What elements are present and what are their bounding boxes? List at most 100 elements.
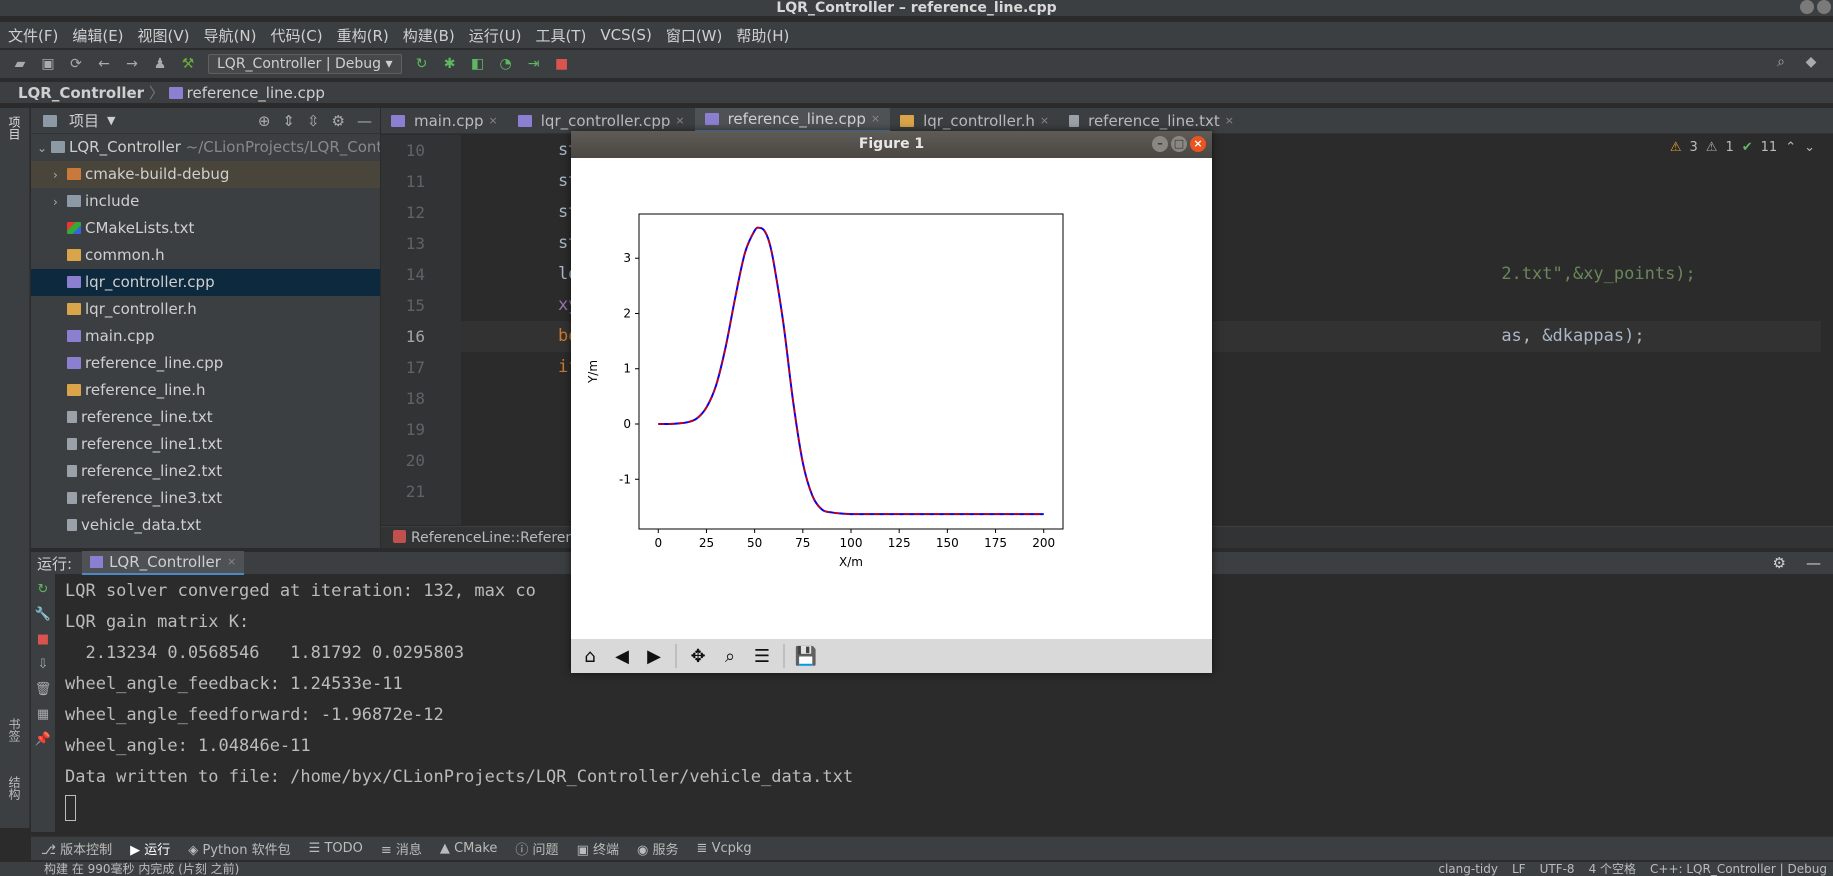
- home-icon[interactable]: ⌂: [577, 643, 603, 669]
- status-widget[interactable]: UTF-8: [1540, 862, 1575, 876]
- collapse-all-icon[interactable]: ⇳: [307, 112, 320, 130]
- editor-tab[interactable]: lqr_controller.h ×: [890, 108, 1059, 133]
- sync-icon[interactable]: ⟳: [68, 56, 84, 72]
- tree-item[interactable]: › cmake-build-debug: [31, 161, 380, 188]
- tree-item[interactable]: lqr_controller.cpp: [31, 269, 380, 296]
- tree-item[interactable]: CMakeLists.txt: [31, 215, 380, 242]
- save-icon[interactable]: ▣: [40, 56, 56, 72]
- hide-icon[interactable]: —: [1806, 554, 1821, 572]
- console-input-cursor[interactable]: [65, 795, 76, 821]
- tree-root[interactable]: ⌄ LQR_Controller ~/CLionProjects/LQR_Cont: [31, 134, 380, 161]
- maximize-icon[interactable]: □: [1171, 136, 1187, 152]
- attach-icon[interactable]: ⇥: [526, 56, 542, 72]
- tool-tab[interactable]: ▣ 终端: [577, 839, 619, 858]
- editor-tab[interactable]: lqr_controller.cpp ×: [508, 108, 695, 133]
- tree-item[interactable]: reference_line3.txt: [31, 485, 380, 512]
- tool-tab[interactable]: ▶ 运行: [130, 839, 170, 858]
- rerun-icon[interactable]: ↻: [38, 582, 49, 597]
- structure-tool-tab[interactable]: 结构: [6, 776, 23, 800]
- gear-icon[interactable]: ⚙: [332, 112, 345, 130]
- stop-icon[interactable]: ■: [37, 632, 49, 647]
- chevron-down-icon[interactable]: ⌄: [1804, 140, 1815, 155]
- menu-item[interactable]: 导航(N): [204, 25, 257, 46]
- forward-icon[interactable]: →: [124, 56, 140, 72]
- menu-item[interactable]: 运行(U): [469, 25, 522, 46]
- tree-item[interactable]: lqr_controller.h: [31, 296, 380, 323]
- jetbrains-icon[interactable]: ◆: [1803, 54, 1819, 70]
- menu-item[interactable]: 工具(T): [535, 25, 586, 46]
- chevron-down-icon[interactable]: ▼: [107, 114, 115, 127]
- menu-item[interactable]: 代码(C): [270, 25, 322, 46]
- tree-item[interactable]: main.cpp: [31, 323, 380, 350]
- tool-tab[interactable]: ≣ Vcpkg: [697, 841, 752, 856]
- pan-icon[interactable]: ✥: [685, 643, 711, 669]
- debug-bug-icon[interactable]: ✱: [442, 56, 458, 72]
- zoom-icon[interactable]: ⌕: [717, 643, 743, 669]
- chevron-right-icon[interactable]: ›: [53, 189, 67, 215]
- chevron-right-icon[interactable]: ›: [53, 162, 67, 188]
- close-icon[interactable]: ×: [1225, 108, 1234, 134]
- bookmarks-tool-tab[interactable]: 书签: [6, 718, 23, 742]
- run-config-select[interactable]: LQR_Controller | Debug ▾: [208, 54, 402, 74]
- status-widget[interactable]: LF: [1512, 862, 1526, 876]
- run-tab[interactable]: LQR_Controller ×: [82, 551, 245, 575]
- tool-tab[interactable]: ◈ Python 软件包: [188, 839, 290, 858]
- menu-item[interactable]: VCS(S): [600, 26, 651, 44]
- hide-icon[interactable]: —: [357, 112, 372, 130]
- open-folder-icon[interactable]: ▰: [12, 56, 28, 72]
- inspection-widget[interactable]: ⚠ 3 ⚠ 1 ✔ 11 ⌃ ⌄: [1670, 140, 1815, 155]
- rerun-icon[interactable]: ↻: [414, 56, 430, 72]
- status-widget[interactable]: C++: LQR_Controller | Debug: [1650, 862, 1827, 876]
- tree-item[interactable]: › include: [31, 188, 380, 215]
- project-tool-tab[interactable]: 项目: [6, 116, 23, 140]
- stop-icon[interactable]: ■: [554, 56, 570, 72]
- profiler-icon[interactable]: ◔: [498, 56, 514, 72]
- project-panel-title[interactable]: 项目: [69, 110, 99, 131]
- subplots-config-icon[interactable]: ☰: [749, 643, 775, 669]
- gear-icon[interactable]: ⚙: [1773, 554, 1786, 572]
- tool-tab[interactable]: ⎇ 版本控制: [41, 839, 112, 858]
- tree-item[interactable]: reference_line.cpp: [31, 350, 380, 377]
- code-breadcrumb-label[interactable]: ReferenceLine::Referen: [411, 530, 574, 546]
- editor-tab[interactable]: reference_line.cpp ×: [694, 106, 891, 133]
- build-hammer-icon[interactable]: ⚒: [180, 56, 196, 72]
- close-button[interactable]: [1817, 0, 1831, 14]
- menu-item[interactable]: 文件(F): [8, 25, 58, 46]
- editor-tab[interactable]: reference_line.txt ×: [1059, 108, 1244, 133]
- menu-item[interactable]: 帮助(H): [736, 25, 789, 46]
- expand-all-icon[interactable]: ⇕: [282, 112, 295, 130]
- tool-tab[interactable]: ◉ 服务: [637, 839, 679, 858]
- search-icon[interactable]: ⌕: [1773, 54, 1789, 70]
- forward-arrow-icon[interactable]: ▶: [641, 643, 667, 669]
- menu-item[interactable]: 窗口(W): [666, 25, 723, 46]
- close-icon[interactable]: ×: [1040, 108, 1049, 134]
- locate-icon[interactable]: ⊕: [258, 112, 271, 130]
- status-widget[interactable]: clang-tidy: [1438, 862, 1498, 876]
- tree-item[interactable]: reference_line.h: [31, 377, 380, 404]
- minimize-button[interactable]: [1800, 0, 1814, 14]
- status-message[interactable]: 构建 在 990毫秒 内完成 (片刻 之前): [44, 862, 239, 876]
- layout-icon[interactable]: ▦: [37, 707, 49, 722]
- figure-titlebar[interactable]: Figure 1 – □ ×: [571, 131, 1212, 158]
- chevron-down-icon[interactable]: ⌄: [37, 135, 51, 161]
- plot-canvas[interactable]: 0 25 50 75 100 125 150 175 200 -1 0 1 2 3 X/m Y/m: [571, 158, 1212, 639]
- close-icon[interactable]: ×: [1190, 136, 1206, 152]
- tree-item[interactable]: reference_line.txt: [31, 404, 380, 431]
- tree-item[interactable]: reference_line2.txt: [31, 458, 380, 485]
- breadcrumb-file[interactable]: reference_line.cpp: [187, 84, 325, 102]
- trash-icon[interactable]: 🗑: [35, 682, 52, 697]
- close-icon[interactable]: ×: [871, 106, 880, 132]
- menu-item[interactable]: 视图(V): [138, 25, 190, 46]
- tree-item[interactable]: vehicle_data.txt: [31, 512, 380, 539]
- tool-tab[interactable]: ⓘ 问题: [515, 839, 558, 858]
- coverage-icon[interactable]: ◧: [470, 56, 486, 72]
- close-icon[interactable]: ×: [227, 551, 236, 573]
- close-icon[interactable]: ×: [489, 108, 498, 134]
- tool-tab[interactable]: ☰ TODO: [309, 841, 363, 856]
- editor-tab[interactable]: main.cpp ×: [381, 108, 508, 133]
- close-icon[interactable]: ×: [675, 108, 684, 134]
- wrench-icon[interactable]: 🔧: [35, 607, 51, 622]
- chevron-up-icon[interactable]: ⌃: [1785, 140, 1796, 155]
- back-icon[interactable]: ←: [96, 56, 112, 72]
- user-icon[interactable]: ♟: [152, 56, 168, 72]
